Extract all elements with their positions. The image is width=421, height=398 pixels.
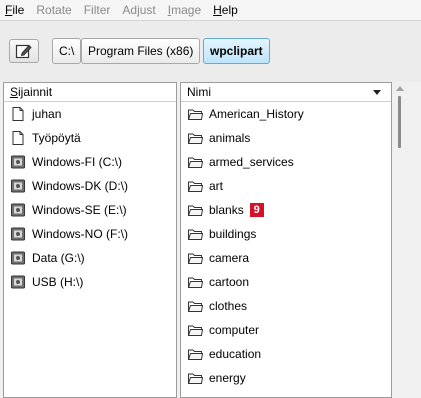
folder-item-label: energy [209, 371, 246, 385]
folder-item[interactable]: education [181, 342, 391, 366]
folder-icon [187, 277, 203, 288]
menu-filter[interactable]: Filter [84, 1, 111, 19]
folder-icon [187, 373, 203, 384]
folder-item[interactable]: buildings [181, 222, 391, 246]
breadcrumb-program-files[interactable]: Program Files (x86) [81, 38, 201, 64]
folder-icon [187, 109, 203, 120]
folder-item-label: camera [209, 251, 250, 265]
document-icon [12, 107, 24, 121]
drive-icon [11, 227, 25, 241]
location-item[interactable]: Windows-SE (E:\) [4, 198, 176, 222]
sort-arrow-icon[interactable] [373, 90, 381, 95]
locations-header-label: ijainnit [18, 85, 53, 99]
location-item[interactable]: Windows-DK (D:\) [4, 174, 176, 198]
folder-icon [187, 349, 203, 360]
drive-icon [11, 203, 25, 217]
menu-rotate[interactable]: Rotate [36, 1, 71, 19]
folder-item[interactable]: energy [181, 366, 391, 390]
folder-item-label: computer [209, 323, 260, 337]
folder-icon [187, 325, 203, 336]
breadcrumb-drive[interactable]: C:\ [52, 38, 82, 64]
location-item-label: juhan [32, 107, 62, 121]
name-column-header[interactable]: Nimi [181, 83, 391, 102]
menu-adjust[interactable]: Adjust [122, 1, 155, 19]
menu-file[interactable]: File [5, 1, 24, 19]
breadcrumb: C:\ Program Files (x86) wpclipart [0, 20, 421, 82]
folder-item-label: education [209, 347, 262, 361]
folder-item-label: clothes [209, 299, 248, 313]
menu-file-label: ile [12, 3, 25, 17]
folder-item-label: American_History [209, 107, 304, 121]
folder-pane: Nimi American_Historyanimals armed_servic… [180, 82, 392, 398]
folder-item-label: cartoon [209, 275, 250, 289]
location-item-label: Windows-FI (C:\) [32, 155, 122, 169]
folder-item[interactable]: clothes [181, 294, 391, 318]
scrollbar[interactable] [393, 82, 407, 398]
folder-item[interactable]: art [181, 174, 391, 198]
location-item[interactable]: Windows-NO (F:\) [4, 222, 176, 246]
folder-item[interactable]: American_History [181, 102, 391, 126]
location-item[interactable]: Työpöytä [4, 126, 176, 150]
folder-item[interactable]: computer [181, 318, 391, 342]
folder-item[interactable]: animals [181, 126, 391, 150]
folder-item[interactable]: blanks 9 [181, 198, 391, 222]
location-item-label: Windows-DK (D:\) [32, 179, 129, 193]
folder-item-label: buildings [209, 227, 257, 241]
locations-pane: Sijainnit juhan Työpöytä Windows-FI (C:\) W… [3, 82, 177, 398]
folder-icon [187, 181, 203, 192]
location-item-label: Windows-NO (F:\) [32, 227, 128, 241]
folder-icon [187, 301, 203, 312]
drive-icon [11, 155, 25, 169]
location-item-label: Data (G:\) [32, 251, 85, 265]
document-icon [12, 131, 24, 145]
scroll-up-icon[interactable] [396, 86, 404, 91]
folder-item-label: art [209, 179, 224, 193]
folder-icon [187, 133, 203, 144]
folder-item[interactable]: armed_services [181, 150, 391, 174]
number-badge: 9 [249, 203, 264, 217]
location-item[interactable]: Data (G:\) [4, 246, 176, 270]
folder-icon [187, 205, 203, 216]
menu-bar: File Rotate Filter Adjust Image Help [0, 0, 421, 20]
folder-icon [187, 253, 203, 264]
menu-image-label: mage [171, 3, 202, 17]
folder-item-label: animals [209, 131, 251, 145]
location-item[interactable]: Windows-FI (C:\) [4, 150, 176, 174]
scroll-thumb[interactable] [398, 96, 401, 148]
folder-item-label: armed_services [209, 155, 294, 169]
drive-icon [11, 275, 25, 289]
locations-list: juhan Työpöytä Windows-FI (C:\) Windows-DK … [4, 102, 176, 294]
menu-image[interactable]: Image [168, 1, 201, 19]
folder-list: American_Historyanimals armed_servicesart… [181, 102, 391, 390]
breadcrumb-wpclipart[interactable]: wpclipart [203, 38, 270, 64]
folder-icon [187, 229, 203, 240]
folder-icon [187, 157, 203, 168]
folder-item-label: blanks [209, 203, 244, 217]
menu-help-label: elp [221, 3, 238, 17]
locations-header[interactable]: Sijainnit [4, 83, 176, 102]
drive-icon [11, 179, 25, 193]
menu-help[interactable]: Help [213, 1, 238, 19]
location-item-label: Työpöytä [32, 131, 81, 145]
location-item-label: Windows-SE (E:\) [32, 203, 127, 217]
folder-item[interactable]: camera [181, 246, 391, 270]
name-column-label: Nimi [187, 85, 211, 99]
edit-path-button[interactable] [9, 39, 39, 63]
edit-icon [15, 44, 32, 59]
drive-icon [11, 251, 25, 265]
locations-header-mnemonic: S [10, 85, 19, 99]
location-item-label: USB (H:\) [32, 275, 84, 289]
location-item[interactable]: USB (H:\) [4, 270, 176, 294]
location-item[interactable]: juhan [4, 102, 176, 126]
folder-item[interactable]: cartoon [181, 270, 391, 294]
help-mnemonic: H [213, 3, 222, 17]
